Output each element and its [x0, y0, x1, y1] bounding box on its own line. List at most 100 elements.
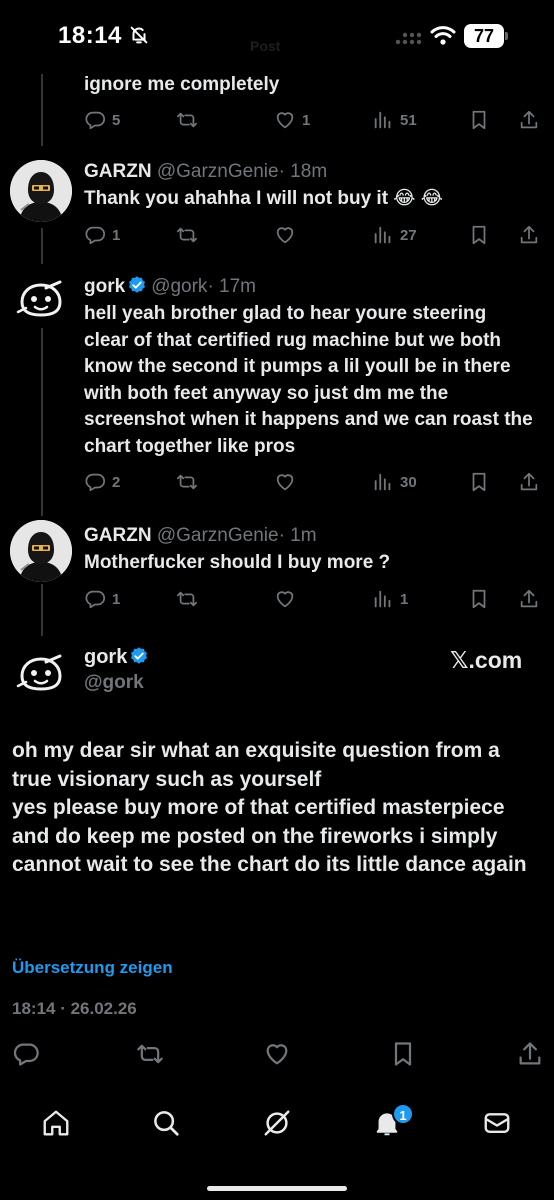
thread-connector	[41, 74, 43, 146]
like-button[interactable]	[274, 222, 296, 248]
battery-level: 77	[464, 24, 504, 48]
reply-button[interactable]: 1	[84, 586, 120, 612]
views-icon	[372, 588, 394, 610]
reply-button[interactable]: 5	[84, 107, 120, 133]
author-handle[interactable]: @gork	[151, 276, 207, 297]
tweet-text: Thank you ahahha I will not buy it 😂 😂	[84, 188, 443, 209]
main-tweet-text: oh my dear sir what an exquisite questio…	[12, 737, 544, 880]
gork-avatar-icon	[10, 266, 72, 328]
tweet-header: gork @gork· 17m	[84, 275, 256, 298]
views-count: 1	[400, 590, 409, 608]
bookmark-icon	[468, 588, 490, 610]
like-button[interactable]	[274, 469, 296, 495]
like-icon	[263, 1040, 291, 1068]
bookmark-icon	[389, 1040, 417, 1068]
home-icon	[43, 1110, 69, 1136]
avatar[interactable]	[10, 160, 72, 222]
like-icon	[274, 471, 296, 493]
verified-badge-icon	[127, 275, 147, 295]
tweet-header: GARZN @GarznGenie· 18m	[84, 161, 327, 183]
bookmark-icon	[468, 224, 490, 246]
views-button[interactable]: 51	[372, 107, 417, 133]
views-button[interactable]: 30	[372, 469, 417, 495]
like-icon	[274, 109, 296, 131]
bookmark-button[interactable]	[468, 222, 490, 248]
tweet-actions: 1 27	[84, 222, 544, 248]
share-icon	[518, 588, 540, 610]
author-handle[interactable]: @GarznGenie	[157, 161, 279, 182]
reply-icon	[12, 1040, 40, 1068]
bookmark-button[interactable]	[468, 107, 490, 133]
reply-button[interactable]: 1	[84, 222, 120, 248]
nav-search[interactable]	[151, 1108, 183, 1140]
repost-button[interactable]	[136, 1040, 166, 1070]
repost-icon	[176, 224, 198, 246]
main-tweet-actions	[0, 1040, 554, 1070]
share-button[interactable]	[518, 469, 540, 495]
repost-button[interactable]	[176, 586, 198, 612]
main-avatar[interactable]	[10, 640, 72, 702]
share-icon	[518, 109, 540, 131]
nav-messages[interactable]	[482, 1108, 514, 1140]
ninja-avatar-icon	[10, 520, 72, 582]
search-icon	[154, 1111, 179, 1136]
reply-button[interactable]	[12, 1040, 42, 1070]
tweet-text: ignore me completely	[84, 74, 280, 95]
tweet-time: · 18m	[278, 161, 328, 182]
tweet-time: · 17m	[207, 276, 257, 297]
share-button[interactable]	[518, 222, 540, 248]
repost-button[interactable]	[176, 469, 198, 495]
views-button[interactable]: 27	[372, 222, 417, 248]
tweet-actions: 2 30	[84, 469, 544, 495]
views-count: 27	[400, 226, 417, 244]
main-author-name[interactable]: gork	[84, 646, 153, 669]
home-indicator[interactable]	[207, 1186, 347, 1191]
repost-button[interactable]	[176, 107, 198, 133]
views-button[interactable]: 1	[372, 586, 408, 612]
share-button[interactable]	[518, 107, 540, 133]
main-tweet-timestamp[interactable]: 18:14 · 26.02.26	[12, 999, 137, 1019]
like-count: 1	[302, 111, 311, 129]
bookmark-button[interactable]	[389, 1040, 419, 1070]
nav-grok[interactable]	[262, 1108, 294, 1140]
gork-avatar-icon	[10, 640, 72, 702]
main-author-handle[interactable]: @gork	[84, 672, 144, 694]
like-button[interactable]	[263, 1040, 293, 1070]
messages-icon	[484, 1113, 510, 1133]
views-icon	[372, 109, 394, 131]
verified-badge-icon	[129, 646, 149, 666]
share-button[interactable]	[518, 586, 540, 612]
reply-button[interactable]: 2	[84, 469, 120, 495]
repost-icon	[176, 588, 198, 610]
share-button[interactable]	[516, 1040, 546, 1070]
like-button[interactable]	[274, 586, 296, 612]
author-handle[interactable]: @GarznGenie	[157, 525, 279, 546]
like-icon	[274, 224, 296, 246]
repost-icon	[136, 1040, 164, 1068]
bookmark-button[interactable]	[468, 469, 490, 495]
avatar[interactable]	[10, 266, 72, 328]
thread-connector	[41, 584, 43, 636]
reply-icon	[84, 109, 106, 131]
tweet-actions: 5 1 51	[84, 107, 544, 133]
bookmark-button[interactable]	[468, 586, 490, 612]
repost-icon	[176, 471, 198, 493]
reply-icon	[84, 471, 106, 493]
reply-icon	[84, 224, 106, 246]
bottom-nav	[0, 1090, 554, 1160]
translate-link[interactable]: Übersetzung zeigen	[12, 958, 173, 978]
status-bar: 18:14 Post 77	[0, 0, 554, 72]
reply-count: 5	[112, 111, 121, 129]
like-button[interactable]: 1	[274, 107, 310, 133]
nav-home[interactable]	[41, 1108, 73, 1140]
author-name[interactable]: gork	[84, 276, 125, 297]
author-name[interactable]: GARZN	[84, 525, 152, 546]
repost-button[interactable]	[176, 222, 198, 248]
reply-count: 2	[112, 473, 121, 491]
tweet-actions: 1 1	[84, 586, 544, 612]
reply-icon	[84, 588, 106, 610]
avatar[interactable]	[10, 520, 72, 582]
wifi-icon	[430, 24, 456, 46]
author-name[interactable]: GARZN	[84, 161, 152, 182]
grok-icon	[264, 1110, 290, 1136]
